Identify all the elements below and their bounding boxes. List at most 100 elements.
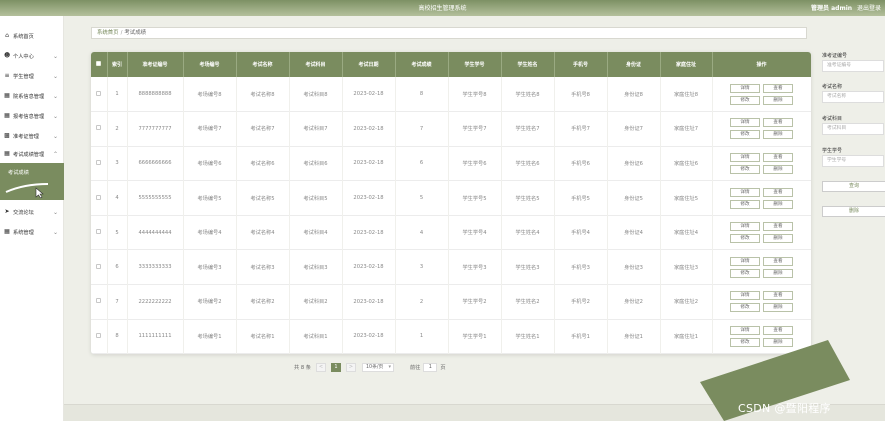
row-checkbox[interactable] xyxy=(91,215,108,250)
cell-exam: 考试名称3 xyxy=(236,249,290,285)
sidebar-item-label: 院系信息管理 xyxy=(13,93,45,100)
page-number-button[interactable]: 1 xyxy=(330,362,341,372)
edit-button[interactable]: 修改 xyxy=(730,268,760,278)
table-row: 5 4444444444 考场编号4 考试名称4 考试科目4 2023-02-18 4 学生学… xyxy=(91,215,811,250)
query-button[interactable]: 查询 xyxy=(822,181,885,192)
detail-button[interactable]: 详情 xyxy=(730,187,760,197)
delete-button[interactable]: 删除 xyxy=(822,206,885,217)
delete-row-button[interactable]: 删除 xyxy=(763,199,793,209)
cell-room: 考场编号4 xyxy=(183,215,237,250)
delete-row-button[interactable]: 删除 xyxy=(763,164,793,174)
sidebar-item-admission-ticket[interactable]: ▩ 准考证管理 ⌄ xyxy=(0,126,64,146)
view-button[interactable]: 查看 xyxy=(763,118,793,128)
cell-subject: 考试科目6 xyxy=(289,146,343,181)
sidebar-item-home[interactable]: ⌂ 系统首页 xyxy=(0,26,64,46)
cell-addr: 家庭住址8 xyxy=(660,77,713,112)
col-header: 考试日期 xyxy=(342,52,396,77)
next-page-button[interactable]: > xyxy=(345,362,356,372)
row-actions: 详情 查看 修改 删除 xyxy=(712,146,811,181)
detail-button[interactable]: 详情 xyxy=(730,256,760,266)
goto-label: 前往 xyxy=(409,364,421,371)
cell-addr: 家庭住址2 xyxy=(660,284,713,320)
view-button[interactable]: 查看 xyxy=(763,187,793,197)
view-button[interactable]: 查看 xyxy=(763,256,793,266)
sidebar-item-forum[interactable]: ➤ 交流论坛 ⌄ xyxy=(0,202,64,222)
cell-sid: 学生学号6 xyxy=(448,146,502,181)
goto-page-input[interactable]: 1 xyxy=(423,362,438,372)
watermark: CSDN @暨阳程序 xyxy=(738,402,831,415)
table-body: 1 8888888888 考场编号8 考试名称8 考试科目8 2023-02-18 8 学生学… xyxy=(91,77,811,354)
cell-idcard: 身份证2 xyxy=(607,284,661,320)
cell-phone: 手机号4 xyxy=(554,215,608,250)
logout-link[interactable]: 退出登录 xyxy=(857,5,881,12)
sidebar-item-students[interactable]: ≡ 学生管理 ⌄ xyxy=(0,66,64,86)
edit-button[interactable]: 修改 xyxy=(730,164,760,174)
row-checkbox[interactable] xyxy=(91,77,108,112)
cell-score: 5 xyxy=(395,180,449,216)
table-row: 2 7777777777 考场编号7 考试名称7 考试科目7 2023-02-18 7 学生学… xyxy=(91,111,811,147)
prev-page-button[interactable]: < xyxy=(315,362,326,372)
ticket-number-input[interactable]: 准考证编号 xyxy=(822,60,884,72)
detail-button[interactable]: 详情 xyxy=(730,152,760,162)
cell-date: 2023-02-18 xyxy=(342,284,396,320)
row-checkbox[interactable] xyxy=(91,319,108,354)
cell-sid: 学生学号4 xyxy=(448,215,502,250)
sidebar-item-system[interactable]: ▦ 系统管理 ⌄ xyxy=(0,222,64,242)
col-header: 家庭住址 xyxy=(660,52,713,77)
col-header: 考试科目 xyxy=(289,52,343,77)
row-checkbox[interactable] xyxy=(91,180,108,216)
detail-button[interactable]: 详情 xyxy=(730,291,760,301)
edit-button[interactable]: 修改 xyxy=(730,234,760,244)
cell-idx: 6 xyxy=(107,249,128,285)
detail-button[interactable]: 详情 xyxy=(730,83,760,93)
row-checkbox[interactable] xyxy=(91,284,108,320)
view-button[interactable]: 查看 xyxy=(763,291,793,301)
col-header: 准考证编号 xyxy=(127,52,184,77)
edit-button[interactable]: 修改 xyxy=(730,303,760,313)
delete-row-button[interactable]: 删除 xyxy=(763,268,793,278)
cell-score: 8 xyxy=(395,77,449,112)
breadcrumb-home[interactable]: 系统首页 xyxy=(97,30,119,36)
detail-button[interactable]: 详情 xyxy=(730,118,760,128)
delete-row-button[interactable]: 删除 xyxy=(763,234,793,244)
cell-date: 2023-02-18 xyxy=(342,146,396,181)
row-checkbox[interactable] xyxy=(91,111,108,147)
detail-button[interactable]: 详情 xyxy=(730,222,760,232)
row-actions: 详情 查看 修改 删除 xyxy=(712,215,811,250)
select-all-checkbox[interactable] xyxy=(91,52,108,77)
view-button[interactable]: 查看 xyxy=(763,83,793,93)
row-checkbox[interactable] xyxy=(91,249,108,285)
sidebar-item-departments[interactable]: ▦ 院系信息管理 ⌄ xyxy=(0,86,64,106)
cell-sname: 学生姓名6 xyxy=(501,146,555,181)
cell-phone: 手机号7 xyxy=(554,111,608,147)
edit-button[interactable]: 修改 xyxy=(730,130,760,140)
delete-row-button[interactable]: 删除 xyxy=(763,95,793,105)
cell-sname: 学生姓名7 xyxy=(501,111,555,147)
cell-ticket: 7777777777 xyxy=(127,111,184,147)
sidebar-subitem-exam-scores[interactable]: 考试成绩 xyxy=(0,163,64,200)
edit-button[interactable]: 修改 xyxy=(730,199,760,209)
cell-idx: 7 xyxy=(107,284,128,320)
chevron-down-icon: ⌄ xyxy=(52,72,58,80)
delete-row-button[interactable]: 删除 xyxy=(763,303,793,313)
view-button[interactable]: 查看 xyxy=(763,152,793,162)
sidebar-item-personal[interactable]: ☻ 个人中心 ⌄ xyxy=(0,46,64,66)
sidebar-item-label: 考试成绩管理 xyxy=(13,151,45,158)
view-button[interactable]: 查看 xyxy=(763,222,793,232)
sidebar-item-exam-scores[interactable]: ▦ 考试成绩管理 ⌃ xyxy=(0,144,64,164)
sidebar-item-label: 系统首页 xyxy=(13,33,34,40)
row-checkbox[interactable] xyxy=(91,146,108,181)
cell-idcard: 身份证7 xyxy=(607,111,661,147)
col-header: 学生姓名 xyxy=(501,52,555,77)
student-id-input[interactable]: 学生学号 xyxy=(822,155,884,167)
col-header: 考场编号 xyxy=(183,52,237,77)
sidebar-item-registration[interactable]: ▦ 报考信息管理 ⌄ xyxy=(0,106,64,126)
edit-button[interactable]: 修改 xyxy=(730,95,760,105)
cell-subject: 考试科目2 xyxy=(289,284,343,320)
delete-row-button[interactable]: 删除 xyxy=(763,130,793,140)
sidebar-item-label: 学生管理 xyxy=(13,73,34,80)
subject-input[interactable]: 考试科目 xyxy=(822,123,884,135)
cell-date: 2023-02-18 xyxy=(342,249,396,285)
page-size-select[interactable]: 10条/页 xyxy=(361,362,394,372)
exam-name-input[interactable]: 考试名称 xyxy=(822,91,884,103)
